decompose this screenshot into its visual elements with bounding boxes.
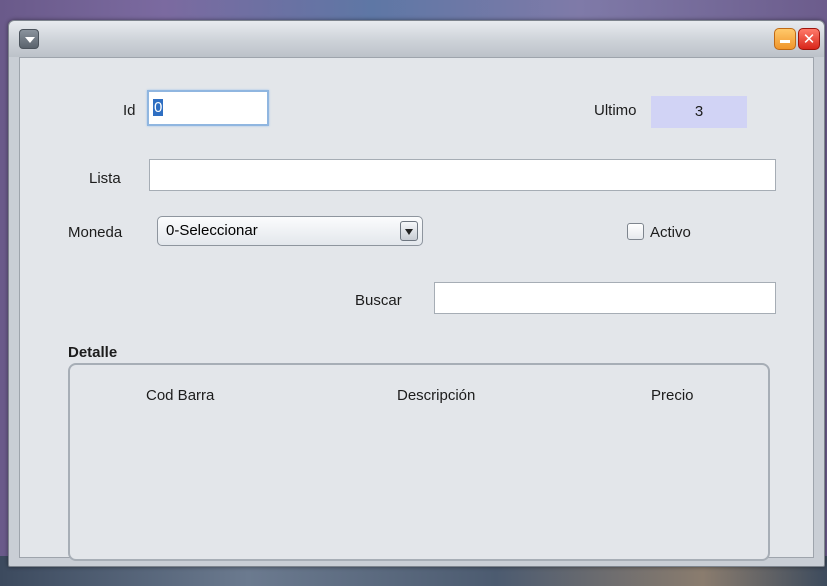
lista-input[interactable] (149, 159, 776, 191)
minimize-icon (780, 40, 790, 43)
column-header-descripcion[interactable]: Descripción (397, 387, 475, 404)
activo-checkbox[interactable] (627, 223, 644, 240)
minimize-button[interactable] (774, 28, 796, 50)
id-field[interactable]: 0 (147, 90, 269, 126)
ultimo-value: 3 (651, 96, 747, 128)
buscar-input[interactable] (434, 282, 776, 314)
moneda-selected-value: 0-Seleccionar (166, 222, 258, 239)
title-bar[interactable]: ✕ (9, 21, 824, 57)
lista-label: Lista (89, 170, 121, 187)
moneda-select[interactable]: 0-Seleccionar (157, 216, 423, 246)
form-panel: Id 0 Ultimo 3 Lista Moneda 0-Seleccionar… (19, 57, 814, 561)
activo-label[interactable]: Activo (650, 224, 691, 241)
detalle-group: Cod Barra Descripción Precio (68, 363, 770, 561)
close-button[interactable]: ✕ (798, 28, 820, 50)
column-header-precio[interactable]: Precio (651, 387, 694, 404)
app-window: ✕ Id 0 Ultimo 3 Lista Moneda 0-Seleccion… (8, 20, 825, 567)
buscar-label: Buscar (355, 292, 402, 309)
dropdown-arrow-icon[interactable] (400, 221, 418, 241)
id-label: Id (123, 102, 136, 119)
detalle-title: Detalle (68, 344, 118, 361)
ultimo-label: Ultimo (594, 102, 637, 119)
chevron-down-icon (25, 37, 35, 43)
close-icon: ✕ (802, 31, 816, 48)
id-value: 0 (153, 99, 164, 116)
column-header-cod-barra[interactable]: Cod Barra (146, 387, 214, 404)
moneda-label: Moneda (68, 224, 123, 241)
window-menu-button[interactable] (19, 29, 39, 49)
